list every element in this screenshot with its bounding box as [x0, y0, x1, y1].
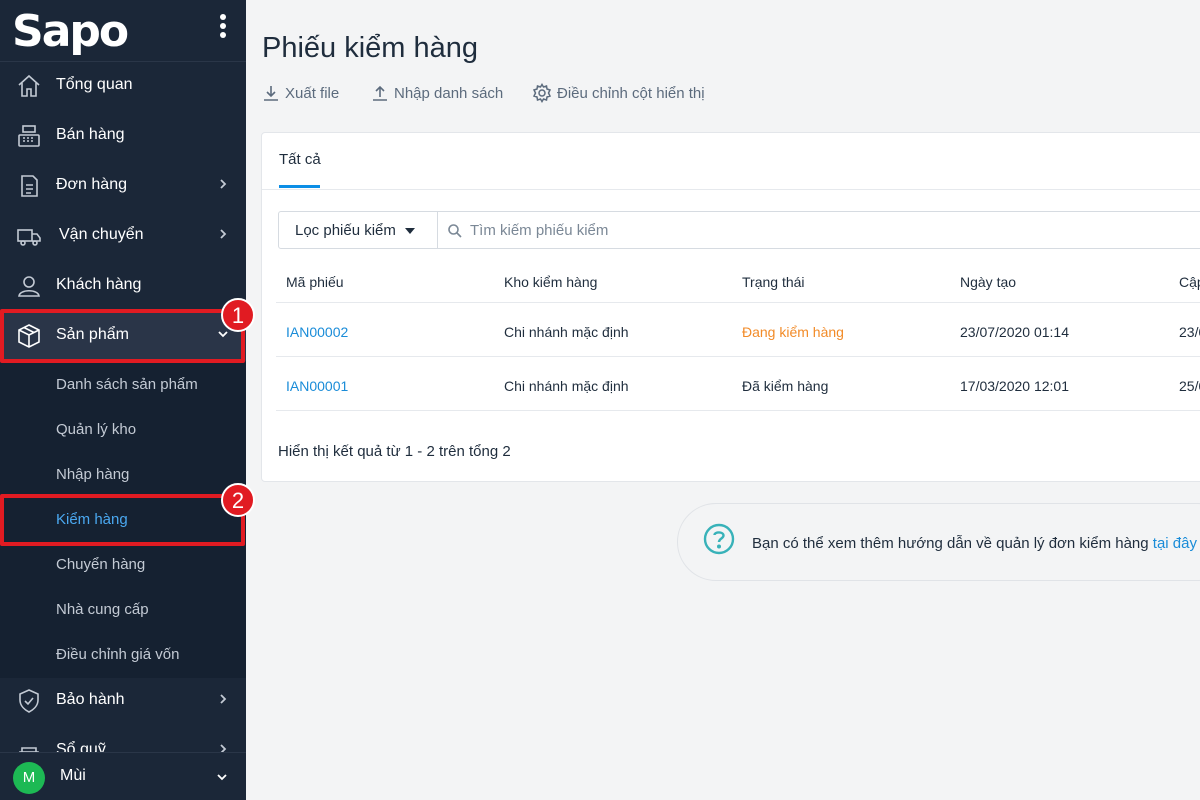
submenu-item-label: Nhà cung cấp — [56, 601, 149, 618]
ledger-icon — [19, 747, 39, 752]
annotation-badge-2: 2 — [221, 483, 255, 517]
adjust-columns-label: Điều chỉnh cột hiển thị — [557, 84, 705, 102]
page-title: Phiếu kiểm hàng — [262, 32, 479, 64]
sidebar-item-orders[interactable]: Đơn hàng — [0, 161, 246, 211]
annotation-badge-1: 1 — [221, 298, 255, 332]
search-input[interactable] — [470, 220, 1170, 240]
table-divider — [276, 302, 1200, 303]
table-divider — [276, 356, 1200, 357]
search-icon — [448, 224, 462, 238]
tab-divider — [262, 189, 1200, 190]
submenu-item-label: Điều chỉnh giá vốn — [56, 646, 180, 663]
sidebar-item-customers[interactable]: Khách hàng — [0, 261, 246, 311]
adjust-columns-button[interactable]: Điều chỉnh cột hiển thị — [532, 82, 705, 104]
submenu-item-label: Chuyển hàng — [56, 556, 146, 573]
sidebar-item-label: Đơn hàng — [56, 176, 127, 193]
gear-icon — [532, 83, 552, 103]
column-header-created[interactable]: Ngày tạo — [960, 274, 1016, 290]
chevron-right-icon — [220, 744, 227, 752]
submenu-item-inventory[interactable]: Quản lý kho — [0, 407, 246, 452]
created-date-cell: 17/03/2020 12:01 — [960, 378, 1069, 394]
chevron-down-icon — [217, 774, 227, 781]
search-box — [437, 211, 1200, 249]
submenu-item-transfer[interactable]: Chuyển hàng — [0, 542, 246, 587]
more-vertical-icon[interactable] — [217, 14, 229, 44]
column-header-warehouse[interactable]: Kho kiểm hàng — [504, 274, 597, 290]
logo-bar: Sapo — [0, 0, 246, 62]
column-header-code[interactable]: Mã phiếu — [286, 274, 344, 290]
sidebar-item-sales[interactable]: Bán hàng — [0, 111, 246, 161]
status-cell: Đang kiểm hàng — [742, 324, 844, 340]
stock-check-list-card: Tất cả Lọc phiếu kiểm Mã phiếu Kho kiểm … — [261, 132, 1200, 482]
help-message: Bạn có thể xem thêm hướng dẫn về quản lý… — [752, 535, 1153, 552]
export-file-label: Xuất file — [285, 84, 340, 102]
shield-icon — [19, 689, 39, 713]
sidebar-item-label: Vận chuyển — [59, 226, 144, 243]
sidebar-item-cashbook[interactable]: Sổ quỹ — [0, 726, 246, 752]
warehouse-cell: Chi nhánh mặc định — [504, 324, 629, 340]
sidebar-item-label: Khách hàng — [56, 276, 142, 293]
import-list-button[interactable]: Nhập danh sách — [371, 82, 503, 104]
updated-date-cell: 23/0 — [1179, 324, 1200, 340]
submenu-item-cost-adjust[interactable]: Điều chỉnh giá vốn — [0, 632, 246, 677]
sidebar-item-label: Bán hàng — [56, 126, 125, 143]
submenu-item-suppliers[interactable]: Nhà cung cấp — [0, 587, 246, 632]
sidebar-item-label: Sổ quỹ — [56, 741, 106, 752]
sidebar: Sapo Tổng quan Bán hàng Đơn hàng Vận chu… — [0, 0, 246, 800]
help-hint: Bạn có thể xem thêm hướng dẫn về quản lý… — [677, 503, 1200, 581]
cash-register-icon — [18, 125, 40, 147]
sidebar-item-shipping[interactable]: Vận chuyển — [0, 211, 246, 261]
download-icon — [264, 86, 278, 101]
submenu-item-label: Quản lý kho — [56, 421, 137, 438]
filter-dropdown[interactable]: Lọc phiếu kiểm — [278, 211, 438, 249]
document-icon — [21, 175, 38, 197]
question-circle-icon — [703, 523, 735, 555]
chevron-right-icon — [220, 229, 227, 239]
home-icon — [18, 74, 40, 97]
user-icon — [18, 276, 40, 297]
help-text: Bạn có thể xem thêm hướng dẫn về quản lý… — [752, 535, 1197, 552]
import-list-label: Nhập danh sách — [394, 84, 504, 102]
submenu-item-purchase[interactable]: Nhập hàng — [0, 452, 246, 497]
submenu-item-product-list[interactable]: Danh sách sản phẩm — [0, 362, 246, 407]
upload-icon — [373, 85, 387, 101]
caret-down-icon — [405, 228, 415, 234]
stock-check-code-link[interactable]: IAN00001 — [286, 378, 348, 394]
avatar: M — [13, 762, 45, 794]
pagination-summary: Hiển thị kết quả từ 1 - 2 trên tổng 2 — [278, 443, 511, 460]
help-link[interactable]: tại đây — [1153, 535, 1197, 552]
sidebar-item-overview[interactable]: Tổng quan — [0, 61, 246, 111]
status-cell: Đã kiểm hàng — [742, 378, 829, 394]
chevron-right-icon — [220, 179, 227, 189]
filter-label: Lọc phiếu kiểm — [295, 222, 396, 239]
truck-icon — [17, 229, 41, 246]
annotation-highlight-stock-check — [0, 494, 245, 546]
table-divider — [276, 410, 1200, 411]
created-date-cell: 23/07/2020 01:14 — [960, 324, 1069, 340]
warehouse-cell: Chi nhánh mặc định — [504, 378, 629, 394]
active-tab-indicator — [279, 185, 320, 188]
updated-date-cell: 25/0 — [1179, 378, 1200, 394]
stock-check-code-link[interactable]: IAN00002 — [286, 324, 348, 340]
sapo-logo[interactable]: Sapo — [12, 8, 129, 56]
export-file-button[interactable]: Xuất file — [262, 82, 339, 104]
sidebar-item-label: Tổng quan — [56, 76, 133, 93]
tab-all[interactable]: Tất cả — [279, 151, 321, 168]
sidebar-item-warranty[interactable]: Bảo hành — [0, 676, 246, 726]
sidebar-item-label: Bảo hành — [56, 691, 125, 708]
column-header-status[interactable]: Trạng thái — [742, 274, 805, 290]
annotation-highlight-products — [0, 309, 245, 363]
chevron-right-icon — [220, 694, 227, 704]
column-header-updated[interactable]: Cập — [1179, 274, 1200, 290]
submenu-item-label: Danh sách sản phẩm — [56, 376, 198, 393]
user-name: Mùi — [60, 767, 86, 784]
user-menu[interactable]: M Mùi — [0, 752, 246, 800]
submenu-item-label: Nhập hàng — [56, 466, 130, 483]
